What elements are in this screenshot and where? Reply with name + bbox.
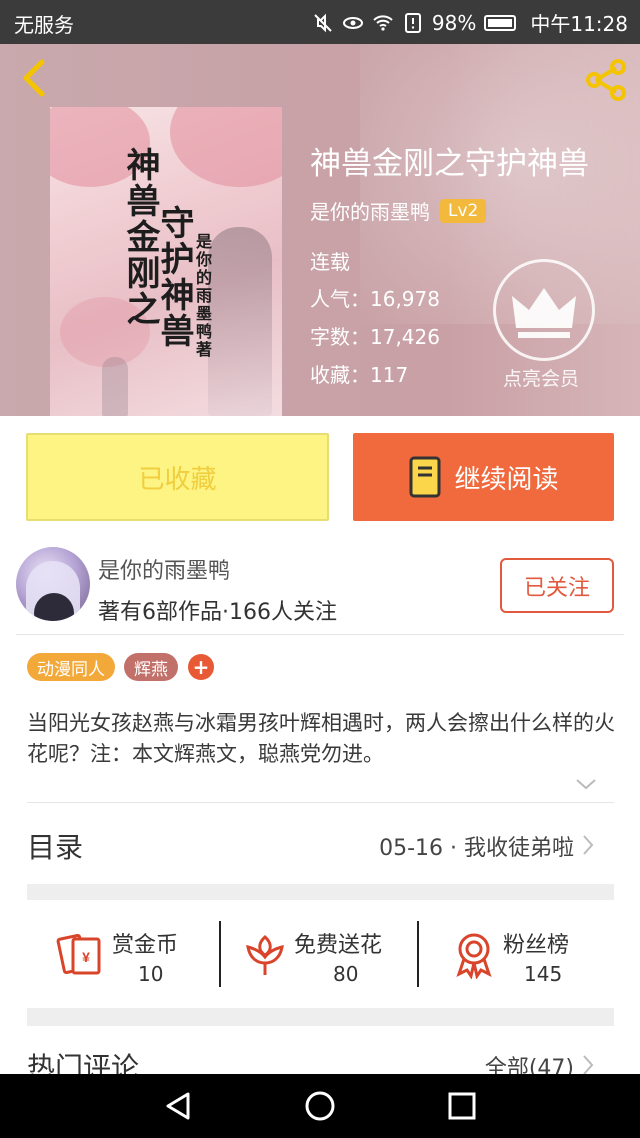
level-badge: Lv2 [440, 198, 487, 223]
book-favorites: 收藏：117 [310, 363, 409, 387]
svg-text:¥: ¥ [82, 949, 90, 965]
toc-label[interactable]: 目录 [27, 826, 83, 866]
vip-button[interactable] [493, 259, 595, 361]
divider [27, 802, 614, 803]
tag-huiyan[interactable]: 辉燕 [124, 653, 178, 681]
continue-reading-label: 继续阅读 [454, 464, 559, 495]
chevron-right-icon[interactable] [582, 1054, 594, 1076]
cover-blossom [170, 107, 282, 187]
cover-author: 是你的雨墨鸭著 [193, 233, 212, 359]
book-popularity: 人气：16,978 [310, 287, 440, 311]
nav-recents-icon[interactable] [444, 1088, 480, 1124]
stat-value: 145 [524, 962, 563, 986]
saved-button-label: 已收藏 [138, 464, 217, 495]
saved-button[interactable]: 已收藏 [26, 433, 329, 521]
continue-reading-button[interactable]: 继续阅读 [353, 433, 614, 521]
book-cover[interactable]: 神兽金刚之 守护神兽 是你的雨墨鸭著 [50, 107, 282, 416]
stat-label: 免费送花 [294, 933, 383, 958]
clock: 中午11:28 [530, 12, 628, 36]
battery-percent: 98% [431, 10, 477, 35]
book-status: 连载 [310, 250, 350, 274]
mute-icon [314, 13, 332, 32]
header-author-name[interactable]: 是你的雨墨鸭 [310, 196, 430, 225]
header-author-row: 是你的雨墨鸭 Lv2 [310, 196, 487, 225]
stat-separator [219, 921, 221, 987]
section-separator [27, 1008, 614, 1026]
carrier-label: 无服务 [14, 13, 74, 37]
tag-label: 辉燕 [134, 659, 168, 680]
battery-icon [484, 14, 517, 31]
chevron-down-icon[interactable] [574, 776, 598, 792]
add-tag-button[interactable]: + [188, 654, 214, 680]
cover-figure-small [102, 357, 128, 416]
nav-home-icon[interactable] [302, 1088, 338, 1124]
chevron-right-icon[interactable] [582, 834, 594, 856]
author-stats: 著有6部作品·166人关注 [98, 600, 337, 625]
divider [16, 634, 624, 635]
tag-label: 动漫同人 [37, 659, 105, 680]
stat-label: 赏金币 [112, 933, 179, 958]
stat-value: 80 [333, 962, 359, 986]
toc-latest-chapter[interactable]: 05-16 · 我收徒弟啦 [379, 830, 574, 862]
nav-back-icon[interactable] [160, 1088, 196, 1124]
status-icons: 98% 中午11:28 [312, 8, 628, 37]
stat-separator [417, 921, 419, 987]
status-bar: 无服务 98% 中午11:28 [0, 0, 640, 44]
follow-button-label: 已关注 [523, 575, 590, 601]
add-tag-label: + [192, 655, 210, 679]
book-word-count: 字数：17,426 [310, 325, 440, 349]
follow-button[interactable]: 已关注 [500, 558, 614, 613]
book-title: 神兽金刚之守护神兽 [310, 146, 589, 182]
section-separator [27, 884, 614, 900]
alert-icon [404, 12, 421, 33]
author-avatar[interactable] [16, 547, 90, 621]
book-description: 当阳光女孩赵燕与冰霜男孩叶辉相遇时，两人会擦出什么样的火花呢？注：本文辉燕文，聪… [27, 711, 615, 766]
stat-value: 10 [138, 962, 164, 986]
cover-figure [208, 227, 272, 416]
book-icon [409, 456, 441, 498]
stat-label: 粉丝榜 [503, 933, 570, 958]
flower-icon [246, 935, 284, 975]
wifi-icon [373, 14, 393, 31]
vip-label[interactable]: 点亮会员 [503, 364, 579, 391]
medal-icon [456, 933, 492, 979]
tag-anime-fanfic[interactable]: 动漫同人 [27, 653, 115, 681]
eye-icon [342, 16, 363, 29]
back-icon[interactable] [14, 56, 54, 100]
system-nav-bar [0, 1074, 640, 1138]
coin-envelope-icon: ¥ [56, 933, 101, 975]
share-icon[interactable] [582, 56, 630, 104]
crown-icon [512, 288, 576, 338]
author-name[interactable]: 是你的雨墨鸭 [98, 553, 230, 585]
book-header: 神兽金刚之 守护神兽 是你的雨墨鸭著 神兽金刚之守护神兽 是你的雨墨鸭 Lv2 … [0, 44, 640, 416]
